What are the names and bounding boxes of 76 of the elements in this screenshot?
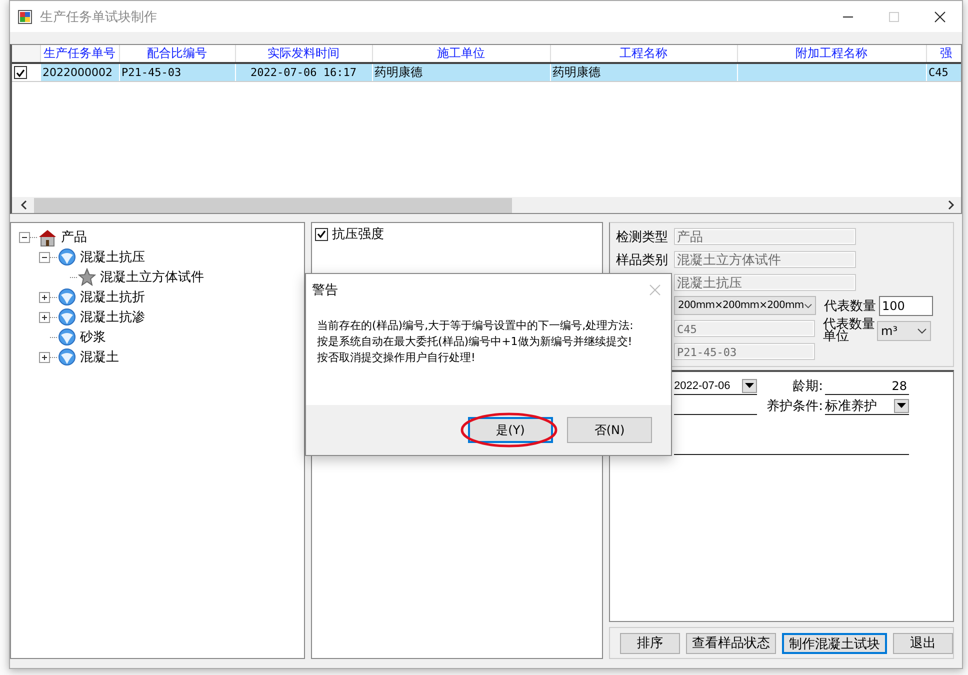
undefined: [40, 352, 49, 362]
expand-icon[interactable]: [39, 292, 50, 302]
button[interactable]: 否(N): [567, 417, 652, 443]
button[interactable]: 查看样品状态: [686, 632, 776, 654]
unit-dropdown[interactable]: m³: [877, 320, 931, 340]
date-picker[interactable]: 2022-07-06: [674, 377, 757, 395]
curing-dropdown[interactable]: 标准养护: [825, 397, 909, 415]
tree-item[interactable]: 混凝土: [80, 348, 119, 366]
scroll-left-icon[interactable]: [20, 200, 28, 210]
dropdown-button[interactable]: [894, 398, 909, 412]
field-label: 代表数量单位: [823, 319, 875, 343]
collapse-icon[interactable]: [39, 252, 50, 262]
checkbox[interactable]: [14, 66, 27, 80]
tree-item[interactable]: 产品: [61, 228, 87, 246]
undefined: [40, 292, 49, 302]
quantity-field[interactable]: 100: [879, 296, 933, 316]
dropdown-button[interactable]: [742, 378, 757, 392]
globe-icon: [58, 288, 76, 306]
button[interactable]: 是(Y): [468, 417, 553, 443]
dialog-message: 当前存在的(样品)编号,大于等于编号设置中的下一编号,处理方法: 按是系统自动在最大委托(样品)编号中+1做为新编号并继续提交! 按否取消提交操作用户自行处理!: [316, 318, 634, 366]
table-cell: 2022000002: [40, 63, 119, 82]
undefined: [897, 403, 906, 408]
field-label: 代表数量: [824, 298, 876, 314]
age-field[interactable]: 28: [825, 377, 909, 395]
scroll-right-icon[interactable]: [947, 200, 955, 210]
button[interactable]: 退出: [893, 632, 953, 654]
undefined: [316, 229, 327, 239]
tree-item[interactable]: 砂浆: [80, 328, 106, 346]
table-cell: C45: [926, 63, 961, 82]
readonly-field: 混凝土立方体试件: [674, 251, 856, 268]
checkbox-label: 抗压强度: [332, 226, 384, 243]
undefined: [745, 383, 754, 388]
close-icon[interactable]: [934, 10, 946, 22]
field-label: 样品类别: [616, 252, 669, 268]
window-title: 生产任务单试块制作: [40, 8, 157, 26]
maximize-icon: [888, 10, 900, 22]
collapse-icon[interactable]: [19, 232, 30, 242]
column-header[interactable]: 强: [926, 45, 961, 63]
readonly-field: C45: [674, 320, 815, 337]
horizontal-scrollbar[interactable]: [12, 197, 961, 213]
checkbox[interactable]: [315, 228, 328, 240]
table-cell: 2022-07-06 16:17: [235, 63, 372, 82]
column-header[interactable]: 施工单位: [372, 45, 550, 63]
tree-item[interactable]: 混凝土抗折: [80, 288, 145, 306]
readonly-field: P21-45-03: [674, 343, 815, 360]
globe-icon: [58, 328, 76, 346]
column-header[interactable]: 实际发料时间: [235, 45, 372, 63]
readonly-field: 混凝土抗压: [674, 274, 856, 291]
star-icon: [78, 268, 96, 286]
size-dropdown[interactable]: 200mm×200mm×200mm: [674, 296, 816, 315]
readonly-field: 产品: [674, 228, 856, 245]
expand-icon[interactable]: [39, 312, 50, 322]
undefined: [15, 68, 26, 78]
expand-icon[interactable]: [39, 352, 50, 362]
globe-icon: [58, 308, 76, 326]
column-header[interactable]: 配合比编号: [119, 45, 235, 63]
button[interactable]: 制作混凝土试块: [782, 632, 887, 654]
field-label: 养护条件:: [766, 398, 824, 415]
field-label: 龄期:: [792, 378, 824, 395]
house-icon: [38, 228, 57, 246]
table-cell: 药明康德: [372, 63, 550, 82]
app-icon: [18, 10, 32, 24]
column-header[interactable]: 生产任务单号: [40, 45, 119, 63]
column-header[interactable]: 附加工程名称: [737, 45, 926, 63]
tree-item[interactable]: 混凝土抗压: [80, 248, 145, 266]
globe-icon: [58, 248, 76, 266]
undefined: [40, 312, 49, 322]
dialog-title: 警告: [312, 282, 338, 299]
field-label: 检测类型: [616, 228, 669, 246]
button[interactable]: 排序: [620, 632, 680, 654]
tree-item[interactable]: 混凝土抗渗: [80, 308, 145, 326]
tree-item[interactable]: 混凝土立方体试件: [100, 268, 204, 286]
column-header[interactable]: 工程名称: [550, 45, 737, 63]
table-cell: P21-45-03: [119, 63, 235, 82]
table-cell: 药明康德: [550, 63, 737, 82]
globe-icon: [58, 348, 76, 366]
